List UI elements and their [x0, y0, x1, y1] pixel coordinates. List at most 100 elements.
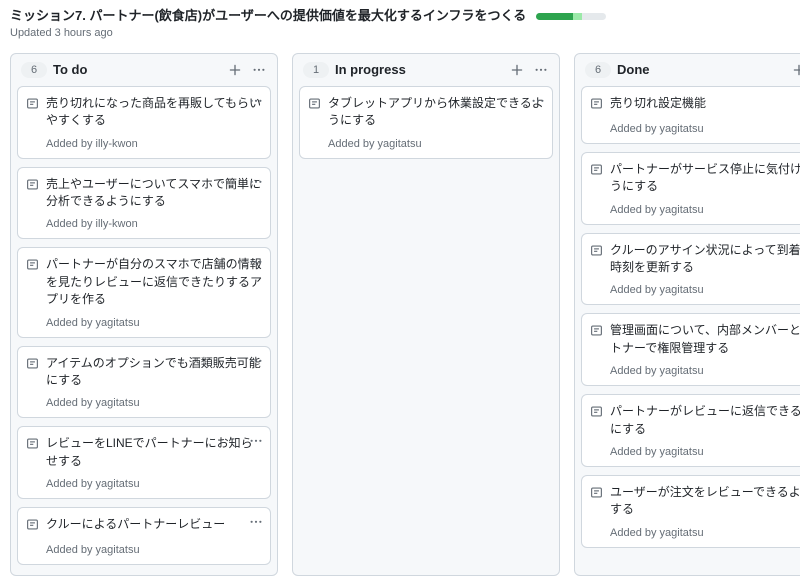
draft-issue-icon [26, 518, 40, 536]
card-title: 管理画面について、内部メンバーとパートナーで権限管理する [610, 322, 800, 357]
card-added-by: Added by yagitatsu [46, 478, 262, 490]
card-menu-button[interactable] [248, 93, 264, 109]
card-title: ユーザーが注文をレビューできるようにする [610, 484, 800, 519]
card-added-by: Added by yagitatsu [610, 204, 800, 216]
draft-issue-icon [590, 97, 604, 115]
card[interactable]: 売り切れ設定機能 Added by yagitatsu [581, 86, 800, 144]
card-added-by: Added by yagitatsu [610, 446, 800, 458]
draft-issue-icon [308, 97, 322, 115]
card-menu-button[interactable] [248, 254, 264, 270]
card-menu-button[interactable] [248, 433, 264, 449]
card-title: 売り切れ設定機能 [610, 95, 800, 112]
column-header: 6 Done [581, 60, 800, 86]
card-header: 管理画面について、内部メンバーとパートナーで権限管理する [590, 322, 800, 357]
card-menu-button[interactable] [248, 514, 264, 530]
draft-issue-icon [26, 178, 40, 196]
card-title: レビューをLINEでパートナーにお知らせする [46, 435, 262, 470]
plus-icon [228, 63, 242, 77]
card-title: アイテムのオプションでも酒類販売可能にする [46, 355, 262, 390]
draft-issue-icon [26, 437, 40, 455]
add-card-button[interactable] [509, 62, 525, 78]
draft-issue-icon [26, 357, 40, 375]
column-menu-button[interactable] [533, 62, 549, 78]
card-header: 売り切れになった商品を再販してもらいやすくする [26, 95, 262, 130]
project-title: ミッション7. パートナー(飲食店)がユーザーへの提供価値を最大化するインフラを… [10, 8, 526, 25]
column-title: To do [53, 62, 221, 77]
kebab-icon [249, 255, 263, 269]
column-actions [791, 62, 800, 78]
card-title: パートナーが自分のスマホで店舗の情報を見たりレビューに返信できたりするアプリを作… [46, 256, 262, 308]
card[interactable]: パートナーがレビューに返信できるようにする Added by yagitatsu [581, 394, 800, 467]
card-header: 売上やユーザーについてスマホで簡単に分析できるようにする [26, 176, 262, 211]
card-added-by: Added by illy-kwon [46, 138, 262, 150]
draft-issue-icon [590, 163, 604, 181]
updated-label: Updated 3 hours ago [10, 27, 790, 39]
column-header: 6 To do [17, 60, 271, 86]
card-header: ユーザーが注文をレビューできるようにする [590, 484, 800, 519]
kebab-icon [531, 94, 545, 108]
column-actions [227, 62, 267, 78]
card-added-by: Added by yagitatsu [610, 527, 800, 539]
card-header: パートナーがサービス停止に気付けるようにする [590, 161, 800, 196]
plus-icon [792, 63, 800, 77]
card-header: パートナーがレビューに返信できるようにする [590, 403, 800, 438]
card[interactable]: タブレットアプリから休業設定できるようにするAdded by yagitatsu [299, 86, 553, 159]
kanban-board: 6 To do 売り切れになった商品を再販してもらいやすくする Added by il… [10, 53, 790, 576]
card-added-by: Added by yagitatsu [610, 284, 800, 296]
card-added-by: Added by yagitatsu [46, 544, 262, 556]
card[interactable]: パートナーがサービス停止に気付けるようにする Added by yagitatsu [581, 152, 800, 225]
card[interactable]: レビューをLINEでパートナーにお知らせする Added by yagitatsu [17, 426, 271, 499]
draft-issue-icon [590, 244, 604, 262]
card-added-by: Added by yagitatsu [46, 397, 262, 409]
card-added-by: Added by yagitatsu [610, 123, 800, 135]
column-count-badge: 6 [585, 62, 611, 78]
add-card-button[interactable] [227, 62, 243, 78]
column-actions [509, 62, 549, 78]
column-count-badge: 6 [21, 62, 47, 78]
progress-fill [536, 13, 582, 20]
card[interactable]: パートナーが自分のスマホで店舗の情報を見たりレビューに返信できたりするアプリを作… [17, 247, 271, 337]
kebab-icon [249, 94, 263, 108]
draft-issue-icon [590, 405, 604, 423]
card[interactable]: クルーによるパートナーレビュー Added by yagitatsu [17, 507, 271, 565]
column-menu-button[interactable] [251, 62, 267, 78]
add-card-button[interactable] [791, 62, 800, 78]
card-added-by: Added by yagitatsu [46, 317, 262, 329]
card-header: クルーによるパートナーレビュー [26, 516, 262, 536]
kebab-icon [249, 354, 263, 368]
card-header: レビューをLINEでパートナーにお知らせする [26, 435, 262, 470]
card-title: タブレットアプリから休業設定できるようにする [328, 95, 544, 130]
kebab-icon [252, 63, 266, 77]
plus-icon [510, 63, 524, 77]
card-header: タブレットアプリから休業設定できるようにする [308, 95, 544, 130]
card-menu-button[interactable] [248, 174, 264, 190]
card[interactable]: クルーのアサイン状況によって到着目安時刻を更新する Added by yagita… [581, 233, 800, 306]
column-count-badge: 1 [303, 62, 329, 78]
card-added-by: Added by yagitatsu [610, 365, 800, 377]
column-done: 6Done売り切れ設定機能Added by yagitatsuパートナーがサービ… [574, 53, 800, 576]
column-title: In progress [335, 62, 503, 77]
card[interactable]: 売上やユーザーについてスマホで簡単に分析できるようにするAdded by ill… [17, 167, 271, 240]
card[interactable]: 売り切れになった商品を再販してもらいやすくする Added by illy-kwo… [17, 86, 271, 159]
card-title: クルーのアサイン状況によって到着目安時刻を更新する [610, 242, 800, 277]
card-title: 売り切れになった商品を再販してもらいやすくする [46, 95, 262, 130]
card[interactable]: 管理画面について、内部メンバーとパートナーで権限管理する Added by yag… [581, 313, 800, 386]
progress-indicator [536, 13, 606, 20]
column-title: Done [617, 62, 785, 77]
draft-issue-icon [26, 97, 40, 115]
column-inprogress: 1 In progress タブレットアプリから休業設定できるようにするAdded … [292, 53, 560, 576]
card-header: パートナーが自分のスマホで店舗の情報を見たりレビューに返信できたりするアプリを作… [26, 256, 262, 308]
column-header: 1 In progress [299, 60, 553, 86]
card-title: クルーによるパートナーレビュー [46, 516, 262, 533]
kebab-icon [249, 515, 263, 529]
card-header: アイテムのオプションでも酒類販売可能にする [26, 355, 262, 390]
kebab-icon [534, 63, 548, 77]
card[interactable]: ユーザーが注文をレビューできるようにする Added by yagitatsu [581, 475, 800, 548]
card-menu-button[interactable] [248, 353, 264, 369]
card-menu-button[interactable] [530, 93, 546, 109]
draft-issue-icon [590, 324, 604, 342]
card-header: 売り切れ設定機能 [590, 95, 800, 115]
kebab-icon [249, 175, 263, 189]
card[interactable]: アイテムのオプションでも酒類販売可能にする Added by yagitatsu [17, 346, 271, 419]
card-title: パートナーがレビューに返信できるようにする [610, 403, 800, 438]
